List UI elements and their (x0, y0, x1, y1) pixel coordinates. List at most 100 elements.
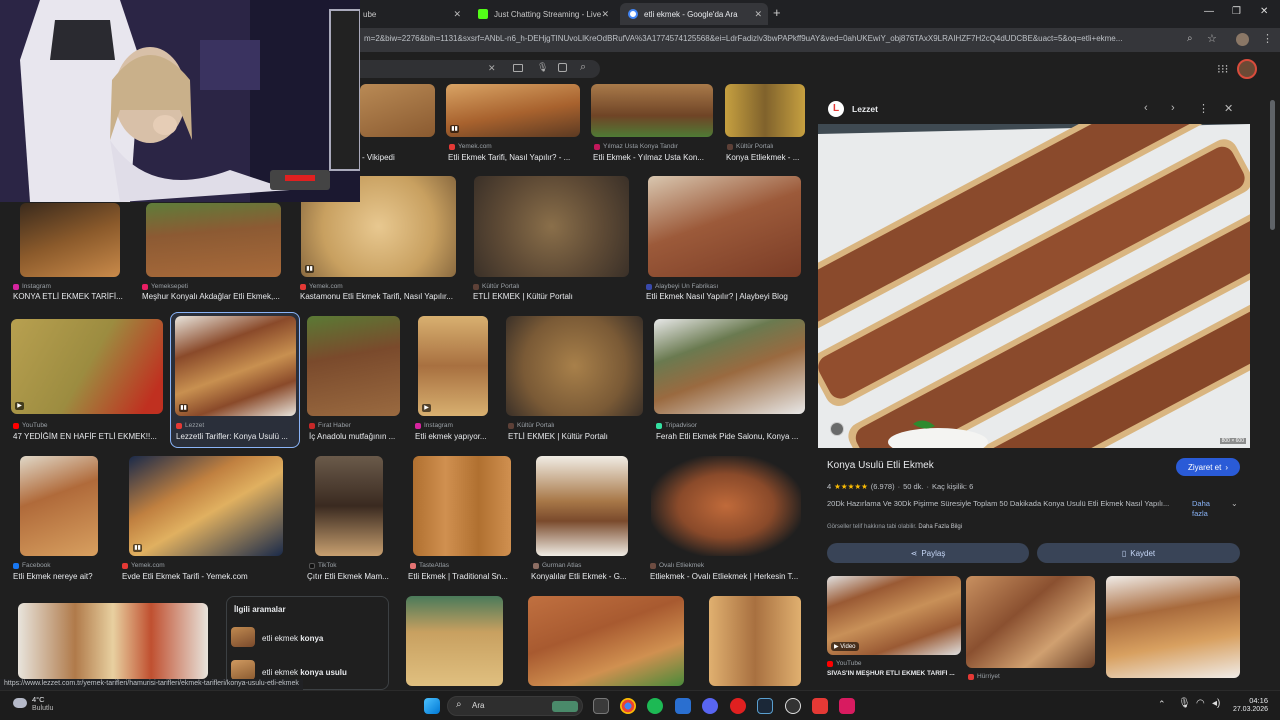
tab-youtube[interactable]: ube ✕ (355, 3, 467, 25)
mic-icon[interactable]: 🎙 (537, 62, 548, 73)
result-thumbnail[interactable] (307, 316, 400, 416)
related-image[interactable] (966, 576, 1095, 668)
app-icon[interactable] (675, 698, 691, 714)
steam-icon[interactable] (757, 698, 773, 714)
opera-icon[interactable] (730, 698, 746, 714)
minimize-icon[interactable]: — (1204, 6, 1214, 17)
keyboard-icon[interactable] (513, 64, 523, 72)
result-thumbnail[interactable] (591, 84, 713, 137)
lens-icon[interactable] (558, 63, 567, 72)
result-thumbnail[interactable] (648, 176, 801, 277)
result-title[interactable]: Etli ekmek yapıyor... (415, 432, 495, 441)
related-title[interactable]: SİVAS'IN MEŞHUR ETLİ EKMEK TARİFİ ... (827, 670, 961, 677)
app-icon[interactable] (839, 698, 855, 714)
result-title[interactable]: Etli Ekmek | Traditional Sn... (408, 572, 510, 581)
menu-icon[interactable]: ⋮ (1262, 32, 1273, 45)
result-thumbnail[interactable] (528, 596, 684, 686)
result-thumbnail[interactable]: ▮▮ (446, 84, 580, 137)
account-avatar[interactable] (1237, 59, 1257, 79)
result-thumbnail[interactable] (406, 596, 503, 686)
windows-start-icon[interactable] (424, 698, 440, 714)
panel-title[interactable]: Konya Usulü Etli Ekmek (827, 460, 934, 471)
result-title[interactable]: Konyalılar Etli Ekmek - G... (531, 572, 631, 581)
result-title[interactable]: Kastamonu Etli Ekmek Tarifi, Nasıl Yapıl… (300, 292, 460, 301)
mic-icon[interactable]: 🎙 (1178, 698, 1191, 709)
close-icon[interactable]: ✕ (1224, 102, 1233, 115)
result-title[interactable]: Ferah Etli Ekmek Pide Salonu, Konya ... (656, 432, 806, 441)
close-icon[interactable]: ✕ (601, 9, 609, 20)
result-title[interactable]: Çıtır Etli Ekmek Mam... (307, 572, 392, 581)
weather-temp[interactable]: 4°C (32, 695, 45, 704)
result-title[interactable]: Konya Etliekmek - ... (726, 153, 806, 162)
clear-icon[interactable]: ✕ (488, 63, 496, 74)
chevron-up-icon[interactable]: ⌃ (1158, 699, 1166, 710)
close-window-icon[interactable]: ✕ (1260, 6, 1268, 17)
weather-desc[interactable]: Bulutlu (32, 705, 53, 712)
tab-kick[interactable]: Just Chatting Streaming - Live ✕ (470, 3, 615, 25)
task-view-icon[interactable] (593, 698, 609, 714)
star-icon[interactable]: ☆ (1207, 32, 1217, 45)
result-title[interactable]: ETLİ EKMEK | Kültür Portalı (508, 432, 643, 441)
result-title[interactable]: Evde Etli Ekmek Tarifi - Yemek.com (122, 572, 282, 581)
result-title[interactable]: Etli Ekmek nereye ait? (13, 572, 108, 581)
result-thumbnail[interactable]: ▶ (11, 319, 163, 414)
result-title[interactable]: ETLİ EKMEK | Kültür Portalı (473, 292, 623, 301)
lens-search-icon[interactable] (830, 422, 844, 436)
result-thumbnail[interactable] (413, 456, 511, 556)
panel-source[interactable]: Lezzet (852, 104, 878, 114)
result-title[interactable]: Lezzetli Tarifler: Konya Usulü ... (176, 432, 294, 441)
related-item[interactable]: etli ekmek konya usulu (262, 668, 347, 677)
result-title[interactable]: Etli Ekmek Tarifi, Nasıl Yapılır? - ... (448, 153, 580, 162)
related-item[interactable]: etli ekmek konya (262, 634, 323, 643)
result-title[interactable]: Etliekmek - Ovalı Etliekmek | Herkesin T… (650, 572, 805, 581)
chevron-right-icon[interactable]: › (1171, 102, 1175, 114)
more-options-icon[interactable]: ⋮ (1198, 102, 1209, 115)
obs-icon[interactable] (785, 698, 801, 714)
search-icon[interactable]: ⌕ (580, 61, 586, 74)
search-icon[interactable]: ⌕ (1187, 33, 1193, 44)
share-button[interactable]: ⋖ Paylaş (827, 543, 1029, 563)
address-bar[interactable]: m=2&biw=2276&bih=1131&sxsrf=ANbL-n6_h-DE… (364, 34, 1179, 43)
result-thumbnail[interactable] (506, 316, 643, 416)
result-title[interactable]: KONYA ETLİ EKMEK TARİFİ... (13, 292, 125, 301)
scrollbar-thumb[interactable] (1270, 100, 1275, 230)
result-thumbnail[interactable]: ▮▮ (129, 456, 283, 556)
profile-avatar[interactable] (1236, 33, 1249, 46)
result-thumbnail[interactable] (315, 456, 383, 556)
clock-time[interactable]: 04:16 (1228, 696, 1268, 705)
result-thumbnail[interactable]: ▶ (418, 316, 488, 416)
related-image[interactable]: ▶ Video (827, 576, 961, 655)
result-thumbnail[interactable] (654, 319, 805, 414)
result-thumbnail[interactable] (20, 456, 98, 556)
result-thumbnail[interactable] (709, 596, 801, 686)
result-thumbnail[interactable] (725, 84, 805, 137)
result-title[interactable]: 47 YEDİĞİM EN HAFİF ETLİ EKMEK!!... (13, 432, 163, 441)
app-icon[interactable] (812, 698, 828, 714)
chevron-down-icon[interactable]: ⌄ (1231, 499, 1238, 508)
taskbar-search[interactable]: ⌕ Ara (447, 696, 583, 716)
wifi-icon[interactable]: ◠ (1196, 698, 1205, 709)
result-thumbnail[interactable] (20, 203, 120, 277)
result-thumbnail[interactable] (474, 176, 629, 277)
result-title[interactable]: Meşhur Konyalı Akdağlar Etli Ekmek,... (142, 292, 282, 301)
result-thumbnail[interactable] (536, 456, 628, 556)
result-thumbnail[interactable] (18, 603, 208, 679)
result-thumbnail[interactable] (651, 456, 801, 556)
visit-button[interactable]: Ziyaret et › (1176, 458, 1240, 476)
result-thumbnail[interactable]: ▮▮ (175, 316, 296, 416)
close-icon[interactable]: ✕ (453, 9, 461, 20)
result-title[interactable]: Etli Ekmek Nasıl Yapılır? | Alaybeyi Blo… (646, 292, 806, 301)
result-title[interactable]: Etli Ekmek - Yılmaz Usta Kon... (593, 153, 713, 162)
discord-icon[interactable] (702, 698, 718, 714)
maximize-icon[interactable]: ❐ (1232, 6, 1241, 17)
related-image[interactable] (1106, 576, 1240, 678)
result-thumbnail[interactable] (360, 84, 435, 137)
tab-google[interactable]: etli ekmek - Google'da Ara ✕ (620, 3, 768, 25)
chevron-left-icon[interactable]: ‹ (1144, 102, 1148, 114)
new-tab-button[interactable]: + (773, 5, 781, 20)
result-title[interactable]: İç Anadolu mutfağının ... (309, 432, 404, 441)
chrome-icon[interactable] (620, 698, 636, 714)
save-button[interactable]: ▯ Kaydet (1037, 543, 1240, 563)
apps-grid-icon[interactable]: ⁝⁝⁝ (1217, 62, 1228, 76)
copyright-more-link[interactable]: Daha Fazla Bilgi (918, 524, 962, 530)
